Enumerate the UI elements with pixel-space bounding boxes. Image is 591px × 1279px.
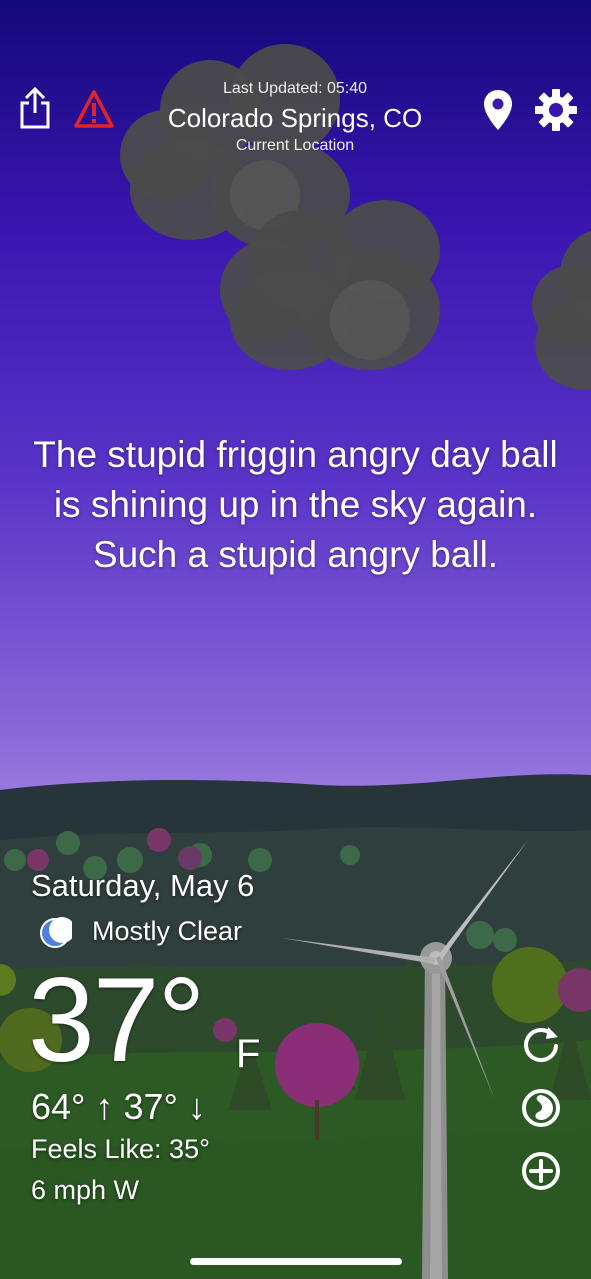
high-low-temperature: 64° ↑ 37° ↓ [31, 1086, 206, 1127]
temperature-unit: F [236, 1032, 261, 1076]
location-pin-icon [484, 90, 512, 130]
radar-icon [522, 1089, 560, 1127]
radar-button[interactable] [518, 1085, 564, 1131]
city-name[interactable]: Colorado Springs, CO [130, 103, 460, 134]
current-temperature: 37° [28, 953, 205, 1087]
add-location-button[interactable] [518, 1148, 564, 1194]
settings-button[interactable] [532, 86, 580, 134]
share-button[interactable] [16, 86, 54, 130]
add-icon [522, 1152, 560, 1190]
feels-like-label: Feels Like: 35° [31, 1134, 210, 1164]
refresh-button[interactable] [518, 1022, 564, 1068]
alert-icon [74, 90, 114, 128]
share-icon [20, 87, 50, 129]
location-button[interactable] [480, 88, 516, 132]
refresh-icon [524, 1027, 558, 1063]
wind-label: 6 mph W [31, 1175, 140, 1205]
current-location-label: Current Location [235, 137, 355, 154]
condition-label: Mostly Clear [92, 916, 243, 946]
weather-alert-button[interactable] [72, 88, 116, 130]
moon-icon [38, 916, 75, 950]
home-indicator[interactable] [190, 1258, 402, 1265]
date-label: Saturday, May 6 [31, 868, 255, 903]
gear-icon [535, 89, 577, 131]
last-updated-label: Last Updated: 05:40 [222, 80, 368, 97]
weather-quote: The stupid friggin angry day ball is shi… [33, 434, 558, 575]
